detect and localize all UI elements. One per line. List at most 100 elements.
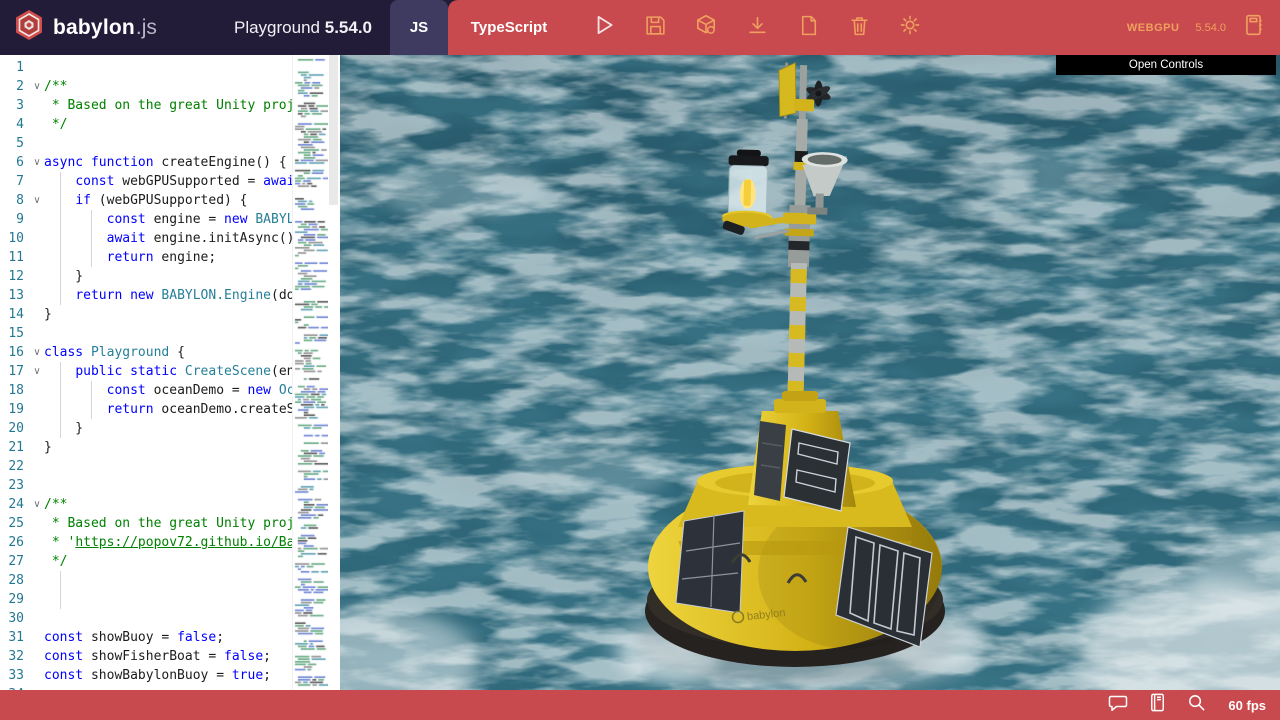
code-line[interactable]: 1 xyxy=(0,58,292,77)
fold-chevron-icon[interactable]: ∨ xyxy=(30,191,44,210)
code-line[interactable]: 12 } xyxy=(0,267,292,286)
code-line[interactable]: 26 * 'https://popov72.github.io/BabylonD… xyxy=(0,533,292,552)
fold-chevron-icon[interactable]: ∨ xyxy=(30,362,44,381)
line-number[interactable]: 14 xyxy=(0,305,30,324)
comment-button[interactable] xyxy=(1107,694,1129,716)
code-line[interactable]: 24∨/** xyxy=(0,495,292,514)
line-number[interactable]: 31 xyxy=(0,628,30,647)
tab-javascript[interactable]: JS xyxy=(390,0,448,55)
fold-spacer xyxy=(30,457,44,476)
code-line[interactable]: 10 await engine.initAsync(); xyxy=(0,229,292,248)
line-number[interactable]: 25 xyxy=(0,514,30,533)
code-line[interactable]: 25 * Based on the great Unity project fr… xyxy=(0,514,292,533)
code-line[interactable]: 18 const oceanDemo = new Ocean(); xyxy=(0,381,292,400)
fold-chevron-icon[interactable]: ∨ xyxy=(30,495,44,514)
line-number[interactable]: 29 xyxy=(0,590,30,609)
line-number[interactable]: 10 xyxy=(0,229,30,248)
code-line[interactable]: 2∨/** xyxy=(0,77,292,96)
open-controls-button[interactable]: Open Controls xyxy=(1056,55,1276,75)
line-number[interactable]: 27 xyxy=(0,552,30,571)
settings-button[interactable] xyxy=(898,16,922,40)
code-line[interactable]: 9 const engine = new BABYLON.WebGPUEngin… xyxy=(0,210,292,229)
babylon-logo[interactable]: babylon.js xyxy=(14,9,157,46)
code-line[interactable]: 3 * Based on the great Unity project fro… xyxy=(0,96,292,115)
line-number[interactable]: 3 xyxy=(0,96,30,115)
code-line[interactable]: 21} xyxy=(0,438,292,457)
tab-typescript[interactable]: TypeScript xyxy=(448,19,570,36)
fold-chevron-icon[interactable]: ∨ xyxy=(30,77,44,96)
line-number[interactable]: 21 xyxy=(0,438,30,457)
line-number[interactable]: 20 xyxy=(0,419,30,438)
indent-guide xyxy=(60,571,61,609)
code-line[interactable]: 17∨ public static CreateScene(engine, ca… xyxy=(0,362,292,381)
line-number[interactable]: 19 xyxy=(0,400,30,419)
editor-scrollbar[interactable] xyxy=(328,55,339,690)
line-number[interactable]: 24 xyxy=(0,495,30,514)
code-line[interactable]: 22 xyxy=(0,457,292,476)
scrollbar-slider[interactable] xyxy=(329,55,338,205)
line-number[interactable]: 15 xyxy=(0,324,30,343)
line-number[interactable]: 26 xyxy=(0,533,30,552)
line-number[interactable]: 28 xyxy=(0,571,30,590)
logo-suffix: .js xyxy=(136,16,157,40)
code-line[interactable]: 7 const webGPUSupported = await BABYLON.… xyxy=(0,172,292,191)
line-number[interactable]: 33 xyxy=(0,666,30,685)
code-line[interactable]: 5 xyxy=(0,134,292,153)
line-number[interactable]: 32 xyxy=(0,647,30,666)
code-line[interactable]: 13 return new BABYLON.Engine(document.ge… xyxy=(0,286,292,305)
code-line[interactable]: 19 return oceanDemo.createScene(engine, … xyxy=(0,400,292,419)
code-line[interactable]: 31const showBuoy = false; xyxy=(0,628,292,647)
line-number[interactable]: 16 xyxy=(0,343,30,362)
line-number[interactable]: 2 xyxy=(0,77,30,96)
line-number[interactable]: 22 xyxy=(0,457,30,476)
minimap[interactable] xyxy=(292,55,328,690)
delete-button[interactable] xyxy=(847,16,871,40)
code-line[interactable]: 33const showBabylonBuoy = true; xyxy=(0,666,292,685)
inspector-button[interactable] xyxy=(694,16,718,40)
line-number[interactable]: 17 xyxy=(0,362,30,381)
playground-version: 5.54.0 xyxy=(325,18,372,37)
code-line[interactable]: 15 xyxy=(0,324,292,343)
code-line[interactable]: 20 } xyxy=(0,419,292,438)
run-button[interactable] xyxy=(592,16,616,40)
examples-button[interactable] xyxy=(1242,16,1266,40)
code-line[interactable]: 30 xyxy=(0,609,292,628)
download-button[interactable] xyxy=(745,16,769,40)
code-lines[interactable]: 12∨/**3 * Based on the great Unity proje… xyxy=(0,55,292,690)
line-number[interactable]: 34 xyxy=(0,685,30,690)
search-button[interactable] xyxy=(1185,694,1207,716)
new-button[interactable] xyxy=(796,16,820,40)
fold-chevron-icon[interactable]: ∨ xyxy=(30,153,44,172)
line-number[interactable]: 5 xyxy=(0,134,30,153)
line-number[interactable]: 13 xyxy=(0,286,30,305)
code-line[interactable]: 11 return engine; xyxy=(0,248,292,267)
code-line[interactable]: 23 xyxy=(0,476,292,495)
docs-button[interactable] xyxy=(1146,694,1168,716)
line-number[interactable]: 18 xyxy=(0,381,30,400)
line-number[interactable]: 12 xyxy=(0,267,30,286)
save-button[interactable] xyxy=(643,16,667,40)
line-number[interactable]: 30 xyxy=(0,609,30,628)
line-number[interactable]: 1 xyxy=(0,58,30,77)
code-line[interactable]: 29 xyxy=(0,590,292,609)
code-line[interactable]: 28 xyxy=(0,571,292,590)
code-line[interactable]: 32const showFisherBoat = false; xyxy=(0,647,292,666)
code-line[interactable]: 8∨ if (webGPUSupported) { xyxy=(0,191,292,210)
code-line[interactable]: 34 xyxy=(0,685,292,690)
line-number[interactable]: 23 xyxy=(0,476,30,495)
line-number[interactable]: 11 xyxy=(0,248,30,267)
code-line[interactable]: 16∨class Playground { xyxy=(0,343,292,362)
line-number[interactable]: 6 xyxy=(0,153,30,172)
code-line[interactable]: 6∨async function createEngine() { xyxy=(0,153,292,172)
line-number[interactable]: 9 xyxy=(0,210,30,229)
line-number[interactable]: 7 xyxy=(0,172,30,191)
comment-icon xyxy=(1107,692,1129,719)
line-number[interactable]: 4 xyxy=(0,115,30,134)
fold-chevron-icon[interactable]: ∨ xyxy=(30,343,44,362)
code-line[interactable]: 14} xyxy=(0,305,292,324)
line-number[interactable]: 8 xyxy=(0,191,30,210)
indent-guide xyxy=(60,172,61,305)
code-line[interactable]: 27 */ xyxy=(0,552,292,571)
code-line[interactable]: 4 */ xyxy=(0,115,292,134)
render-canvas[interactable]: babylon Open Controls xyxy=(340,55,1280,690)
